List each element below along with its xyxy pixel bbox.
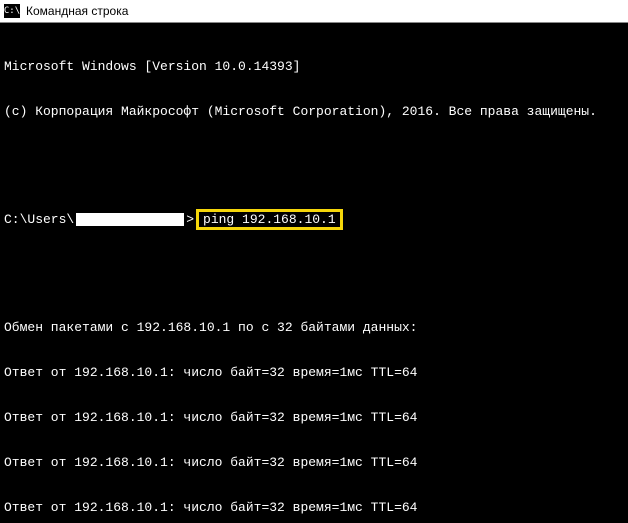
reply-line: Ответ от 192.168.10.1: число байт=32 вре… — [4, 500, 624, 515]
version-line: Microsoft Windows [Version 10.0.14393] — [4, 59, 624, 74]
terminal-output[interactable]: Microsoft Windows [Version 10.0.14393] (… — [0, 23, 628, 523]
reply-line: Ответ от 192.168.10.1: число байт=32 вре… — [4, 410, 624, 425]
redacted-username — [76, 213, 184, 226]
titlebar[interactable]: C:\ Командная строка — [0, 0, 628, 23]
copyright-line: (c) Корпорация Майкрософт (Microsoft Cor… — [4, 104, 624, 119]
reply-line: Ответ от 192.168.10.1: число байт=32 вре… — [4, 455, 624, 470]
prompt-gt: > — [186, 212, 194, 227]
blank-line — [4, 275, 624, 290]
window-title: Командная строка — [26, 4, 128, 18]
cmd-icon: C:\ — [4, 4, 20, 18]
prompt-path-prefix: C:\Users\ — [4, 212, 74, 227]
blank-line — [4, 149, 624, 164]
prompt-line-1: C:\Users\ > ping 192.168.10.1 — [4, 209, 624, 230]
reply-line: Ответ от 192.168.10.1: число байт=32 вре… — [4, 365, 624, 380]
highlighted-command-1: ping 192.168.10.1 — [196, 209, 343, 230]
exchange-line: Обмен пакетами с 192.168.10.1 по с 32 ба… — [4, 320, 624, 335]
command-prompt-window: C:\ Командная строка Microsoft Windows [… — [0, 0, 628, 523]
